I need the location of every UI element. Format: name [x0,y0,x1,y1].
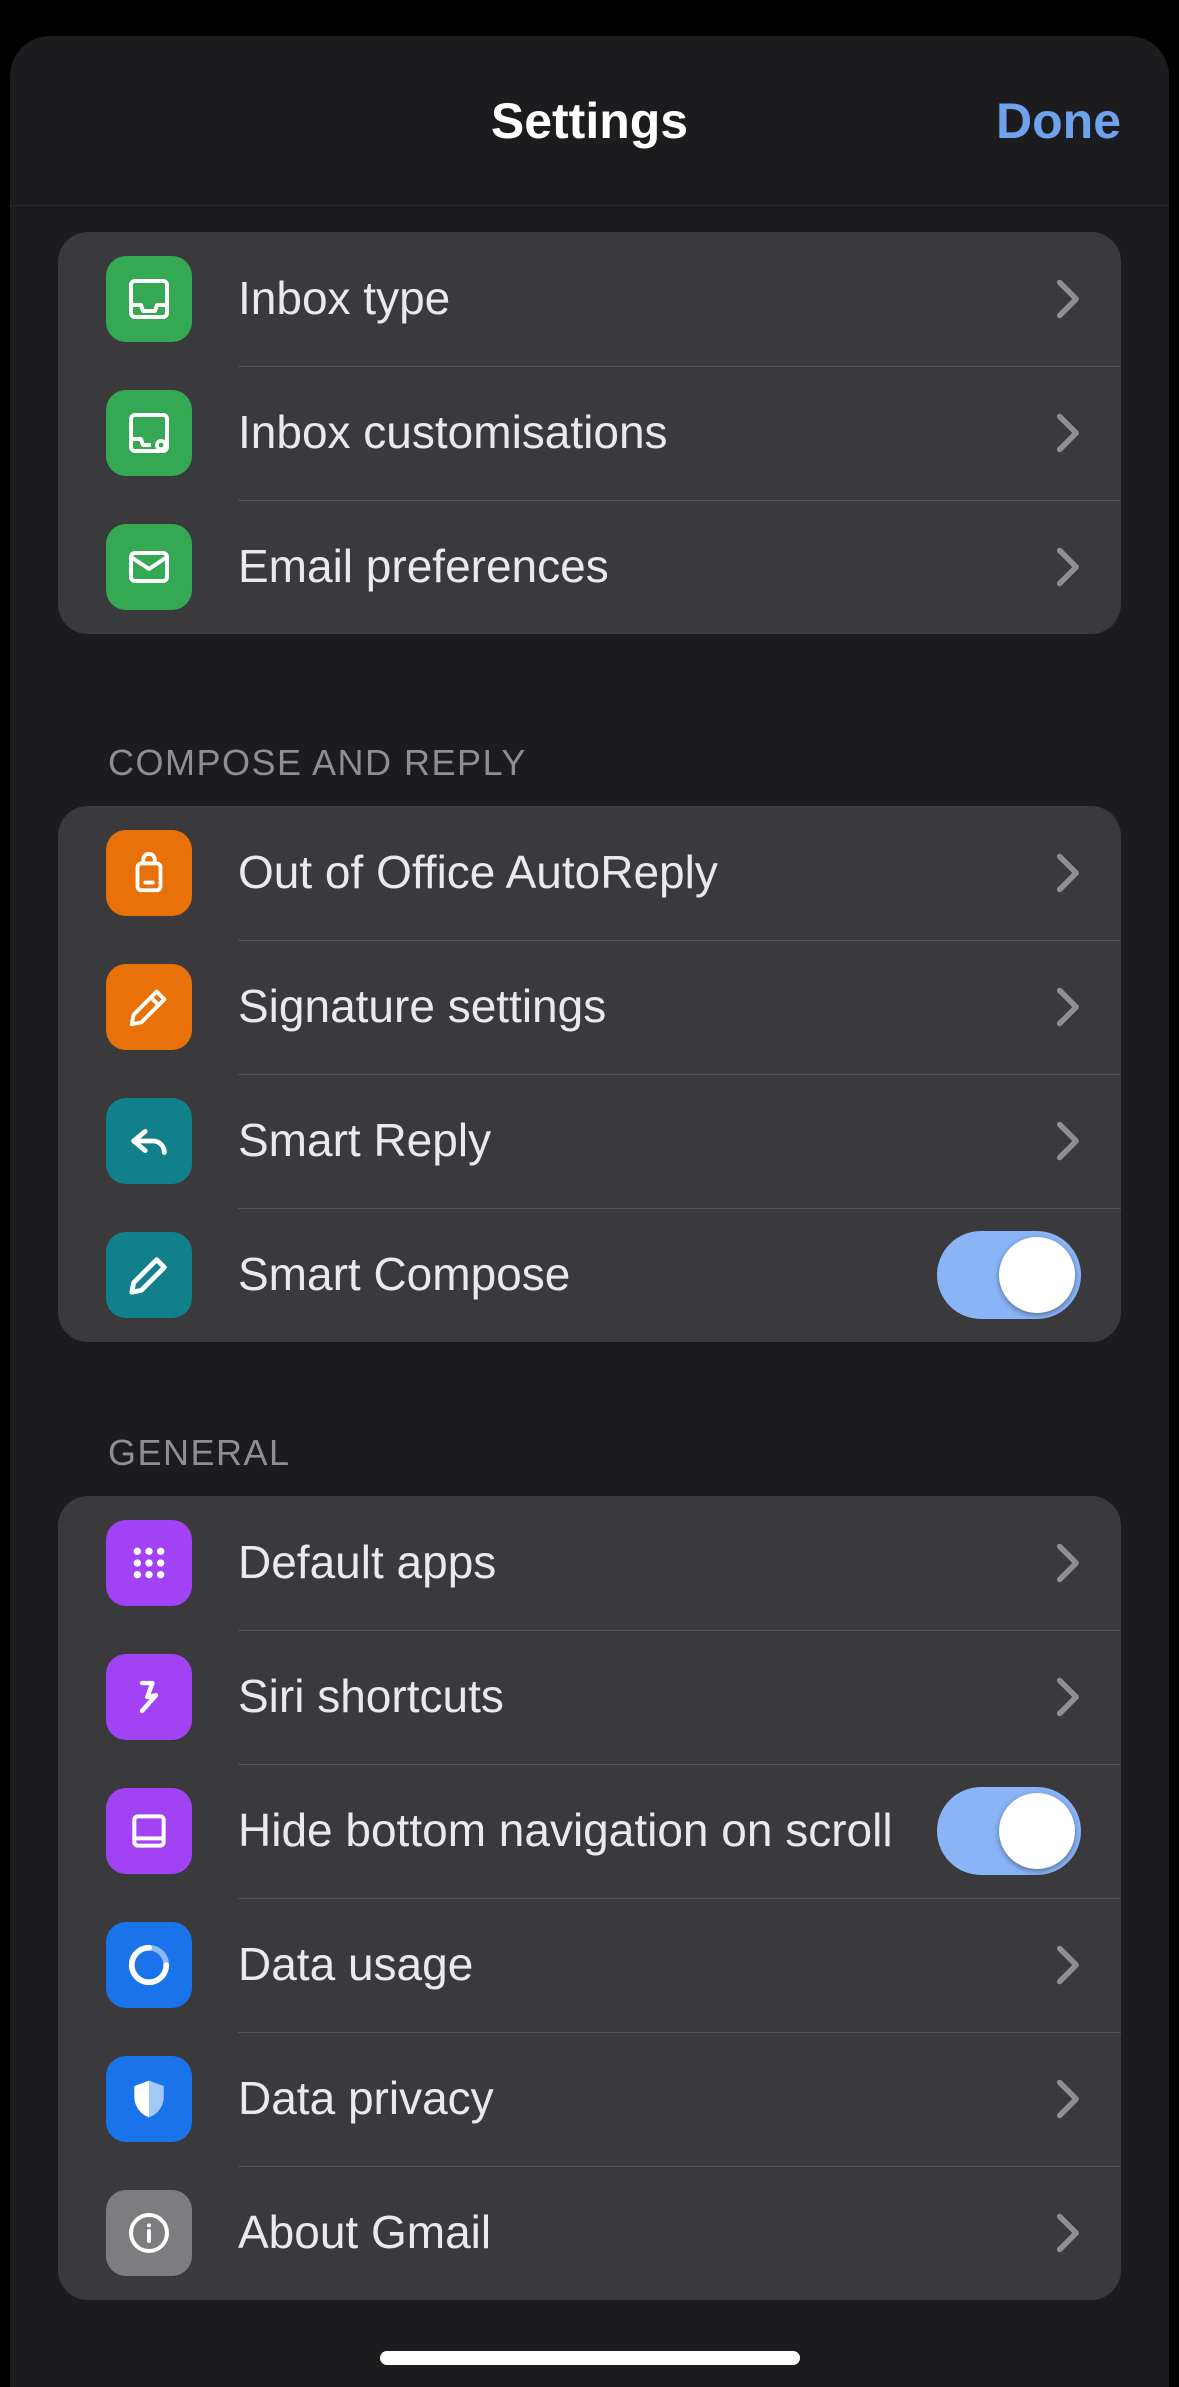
data-privacy-icon [106,2056,192,2142]
siri-shortcuts-icon [106,1654,192,1740]
section-header-compose: COMPOSE AND REPLY [108,742,1121,784]
row-label: Out of Office AutoReply [238,844,1053,902]
row-data-usage[interactable]: Data usage [58,1898,1121,2032]
chevron-right-icon [1053,1541,1081,1585]
row-label: Inbox customisations [238,404,1053,462]
row-signature-settings[interactable]: Signature settings [58,940,1121,1074]
settings-group-general: Default apps Siri shortcuts [58,1496,1121,2300]
chevron-right-icon [1053,2077,1081,2121]
row-label: Inbox type [238,270,1053,328]
settings-content: Inbox type Inbox customisations [10,232,1169,2300]
toggle-knob [999,1237,1075,1313]
settings-group-compose: Out of Office AutoReply Signature settin… [58,806,1121,1342]
row-label: About Gmail [238,2204,1053,2262]
smart-compose-icon [106,1232,192,1318]
data-usage-icon [106,1922,192,2008]
inbox-type-icon [106,256,192,342]
row-default-apps[interactable]: Default apps [58,1496,1121,1630]
chevron-right-icon [1053,411,1081,455]
email-preferences-icon [106,524,192,610]
row-label: Email preferences [238,538,1053,596]
row-email-preferences[interactable]: Email preferences [58,500,1121,634]
settings-group-inbox: Inbox type Inbox customisations [58,232,1121,634]
chevron-right-icon [1053,985,1081,1029]
row-label: Hide bottom navigation on scroll [238,1802,937,1860]
signature-icon [106,964,192,1050]
about-icon [106,2190,192,2276]
row-label: Siri shortcuts [238,1668,1053,1726]
row-inbox-customisations[interactable]: Inbox customisations [58,366,1121,500]
row-label: Signature settings [238,978,1053,1036]
hide-nav-toggle[interactable] [937,1787,1081,1875]
chevron-right-icon [1053,1943,1081,1987]
row-hide-bottom-nav[interactable]: Hide bottom navigation on scroll [58,1764,1121,1898]
home-indicator[interactable] [380,2351,800,2365]
row-siri-shortcuts[interactable]: Siri shortcuts [58,1630,1121,1764]
nav-bar: Settings Done [10,36,1169,206]
chevron-right-icon [1053,2211,1081,2255]
inbox-customisations-icon [106,390,192,476]
chevron-right-icon [1053,1675,1081,1719]
row-out-of-office[interactable]: Out of Office AutoReply [58,806,1121,940]
toggle-knob [999,1793,1075,1869]
chevron-right-icon [1053,1119,1081,1163]
page-title: Settings [491,92,688,150]
row-smart-reply[interactable]: Smart Reply [58,1074,1121,1208]
row-label: Default apps [238,1534,1053,1592]
default-apps-icon [106,1520,192,1606]
row-inbox-type[interactable]: Inbox type [58,232,1121,366]
row-label: Data usage [238,1936,1053,1994]
row-data-privacy[interactable]: Data privacy [58,2032,1121,2166]
section-header-general: GENERAL [108,1432,1121,1474]
row-label: Smart Reply [238,1112,1053,1170]
row-about-gmail[interactable]: About Gmail [58,2166,1121,2300]
settings-sheet: Settings Done Inbox type [10,36,1169,2387]
smart-compose-toggle[interactable] [937,1231,1081,1319]
chevron-right-icon [1053,545,1081,589]
row-smart-compose[interactable]: Smart Compose [58,1208,1121,1342]
hide-nav-icon [106,1788,192,1874]
row-label: Data privacy [238,2070,1053,2128]
chevron-right-icon [1053,277,1081,321]
done-button[interactable]: Done [996,92,1121,150]
out-of-office-icon [106,830,192,916]
smart-reply-icon [106,1098,192,1184]
row-label: Smart Compose [238,1246,937,1304]
chevron-right-icon [1053,851,1081,895]
